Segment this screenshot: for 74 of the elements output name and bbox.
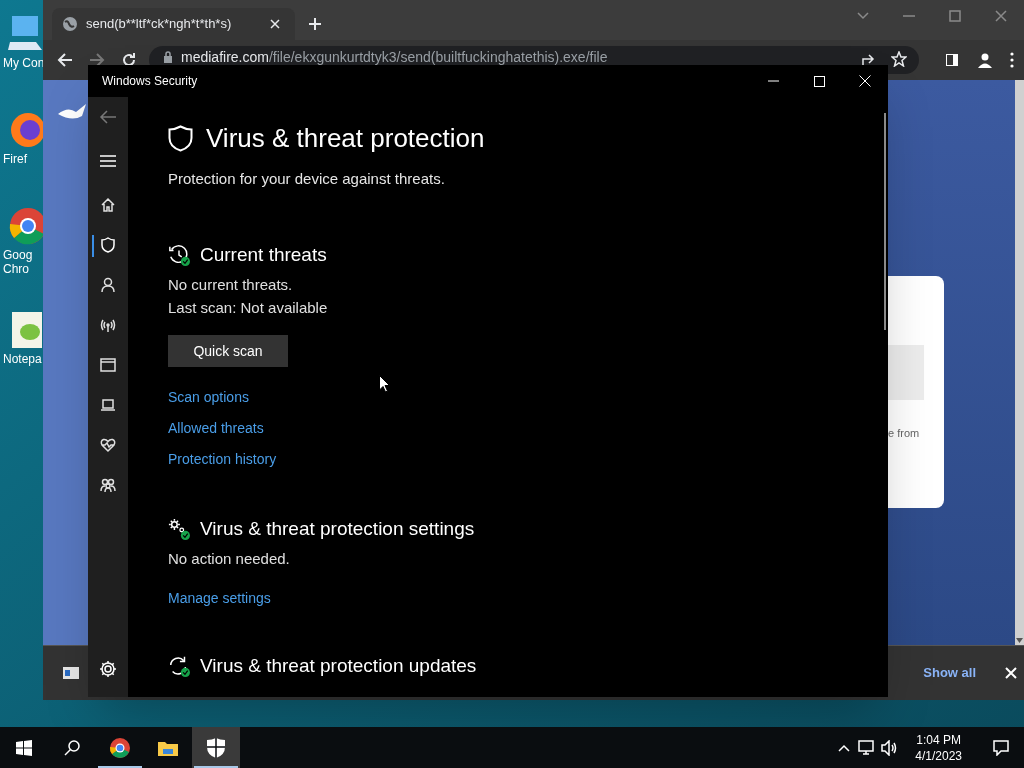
link[interactable]: Manage settings xyxy=(168,590,271,607)
quick-scan-button[interactable]: Quick scan xyxy=(168,335,288,367)
shield-icon xyxy=(168,124,193,152)
arrow-left-icon xyxy=(57,52,73,68)
profile-icon[interactable] xyxy=(976,51,994,69)
share-icon[interactable] xyxy=(861,52,877,66)
tab-title: send(b**ltf*ck*ngh*t*th*s) xyxy=(86,15,233,34)
cursor-icon xyxy=(379,375,390,393)
settings-icon xyxy=(99,660,117,678)
menu-icon xyxy=(100,155,116,167)
clock[interactable]: 1:04 PM 4/1/2023 xyxy=(909,731,968,764)
close-icon xyxy=(1005,667,1017,679)
laptop-icon xyxy=(100,397,116,413)
arrow-left-icon xyxy=(99,110,117,124)
side-panel-icon[interactable] xyxy=(944,52,960,68)
shield-icon xyxy=(100,237,116,253)
scroll-down-arrow-icon[interactable] xyxy=(1016,638,1023,643)
family-icon xyxy=(100,477,116,493)
close-icon xyxy=(995,10,1007,22)
search-icon xyxy=(64,739,80,756)
download-file-icon xyxy=(63,667,79,679)
maximize-icon xyxy=(813,75,825,87)
icon-label: Firef xyxy=(2,152,27,166)
minimize-icon xyxy=(903,15,915,17)
bird-logo-icon xyxy=(58,104,88,122)
page-title: Virus & threat protection xyxy=(206,122,485,154)
link[interactable]: Scan options xyxy=(168,389,249,406)
scrollbar[interactable] xyxy=(1015,80,1024,645)
body-text: e from xyxy=(888,426,920,441)
wireless-icon xyxy=(100,317,116,333)
icon-label: Notepa xyxy=(2,352,42,366)
link[interactable]: Allowed threats xyxy=(168,420,264,437)
arrow-right-icon xyxy=(89,52,105,68)
url-text: mediafire.com/file/ekxgunkurtdtyk3/send(builtfuckinghatethis).exe/file xyxy=(181,49,608,65)
section-title: Virus & threat protection updates xyxy=(200,654,477,678)
globe-icon xyxy=(62,16,78,32)
status-text: Last scan: Not available xyxy=(168,299,329,317)
plus-icon xyxy=(308,17,322,31)
chevron-down-icon xyxy=(857,12,869,20)
window-title: Windows Security xyxy=(102,73,198,90)
close-icon xyxy=(269,18,281,30)
network-icon[interactable] xyxy=(858,739,877,756)
reload-icon xyxy=(121,52,137,68)
taskbar-app[interactable] xyxy=(192,727,240,768)
home-icon xyxy=(100,197,116,213)
shield-icon xyxy=(205,736,227,759)
scrollbar-thumb[interactable] xyxy=(884,113,886,330)
status-text: No current threats. xyxy=(168,276,294,294)
close-icon xyxy=(859,75,871,87)
minimize-icon xyxy=(767,80,779,82)
maximize-icon xyxy=(949,10,961,22)
browser-tab[interactable]: send(b**ltf*ck*ngh*t*th*s) xyxy=(52,8,295,40)
star-icon[interactable] xyxy=(891,51,907,67)
image-placeholder xyxy=(888,345,924,400)
section-title: Current threats xyxy=(200,243,327,267)
menu-dots-icon[interactable] xyxy=(1010,52,1014,68)
browser-window-icon xyxy=(100,357,116,373)
heart-icon xyxy=(100,437,116,453)
chevron-up-icon[interactable] xyxy=(838,743,851,752)
page-subtitle: Protection for your device against threats. xyxy=(168,170,446,188)
lock-icon xyxy=(163,51,173,63)
windows-logo-icon xyxy=(16,739,32,756)
link[interactable]: Protection history xyxy=(168,451,277,468)
speech-bubble-icon xyxy=(993,739,1009,756)
history-check-icon xyxy=(168,244,190,266)
icon-label: Goog xyxy=(2,248,33,262)
chrome-logo-icon xyxy=(109,736,131,759)
section-title: Virus & threat protection settings xyxy=(200,517,475,541)
gears-check-icon xyxy=(168,518,190,540)
show-all-link[interactable]: Show all xyxy=(923,663,976,683)
refresh-check-icon xyxy=(168,655,190,677)
icon-label: Chro xyxy=(2,262,29,276)
status-text: No action needed. xyxy=(168,550,291,568)
person-icon xyxy=(100,277,116,293)
